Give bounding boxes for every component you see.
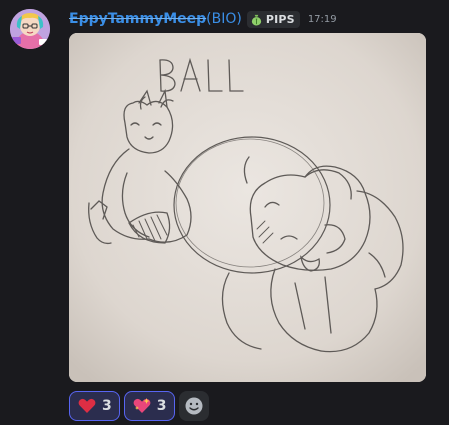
reaction-red-heart[interactable]: 3 (69, 391, 120, 421)
avatar-anime-girl-icon (10, 9, 50, 49)
author-name-suffix[interactable]: (BIO) (206, 11, 242, 27)
reaction-sparkling-heart[interactable]: 3 (123, 391, 175, 421)
image-attachment[interactable] (69, 33, 426, 382)
reaction-count: 3 (156, 398, 167, 414)
message-timestamp[interactable]: 17:19 (308, 14, 337, 25)
reactions-bar: 3 3 (69, 391, 209, 421)
sparkling-heart-icon (133, 398, 151, 413)
chat-message: EppyTammyMeep (BIO) PIPS 17:19 3 3 (0, 0, 449, 425)
role-tag[interactable]: PIPS (246, 10, 300, 28)
add-reaction-smiley-icon (185, 397, 202, 415)
author-name[interactable]: EppyTammyMeep (69, 11, 206, 27)
message-header: EppyTammyMeep (BIO) PIPS 17:19 (69, 8, 337, 30)
pencil-sketch-image (69, 33, 426, 382)
author-avatar[interactable] (10, 9, 50, 49)
add-reaction-button[interactable] (178, 391, 209, 421)
red-heart-icon (78, 398, 96, 413)
money-bag-icon (251, 14, 262, 26)
role-tag-label: PIPS (265, 12, 295, 26)
reaction-count: 3 (102, 398, 112, 414)
